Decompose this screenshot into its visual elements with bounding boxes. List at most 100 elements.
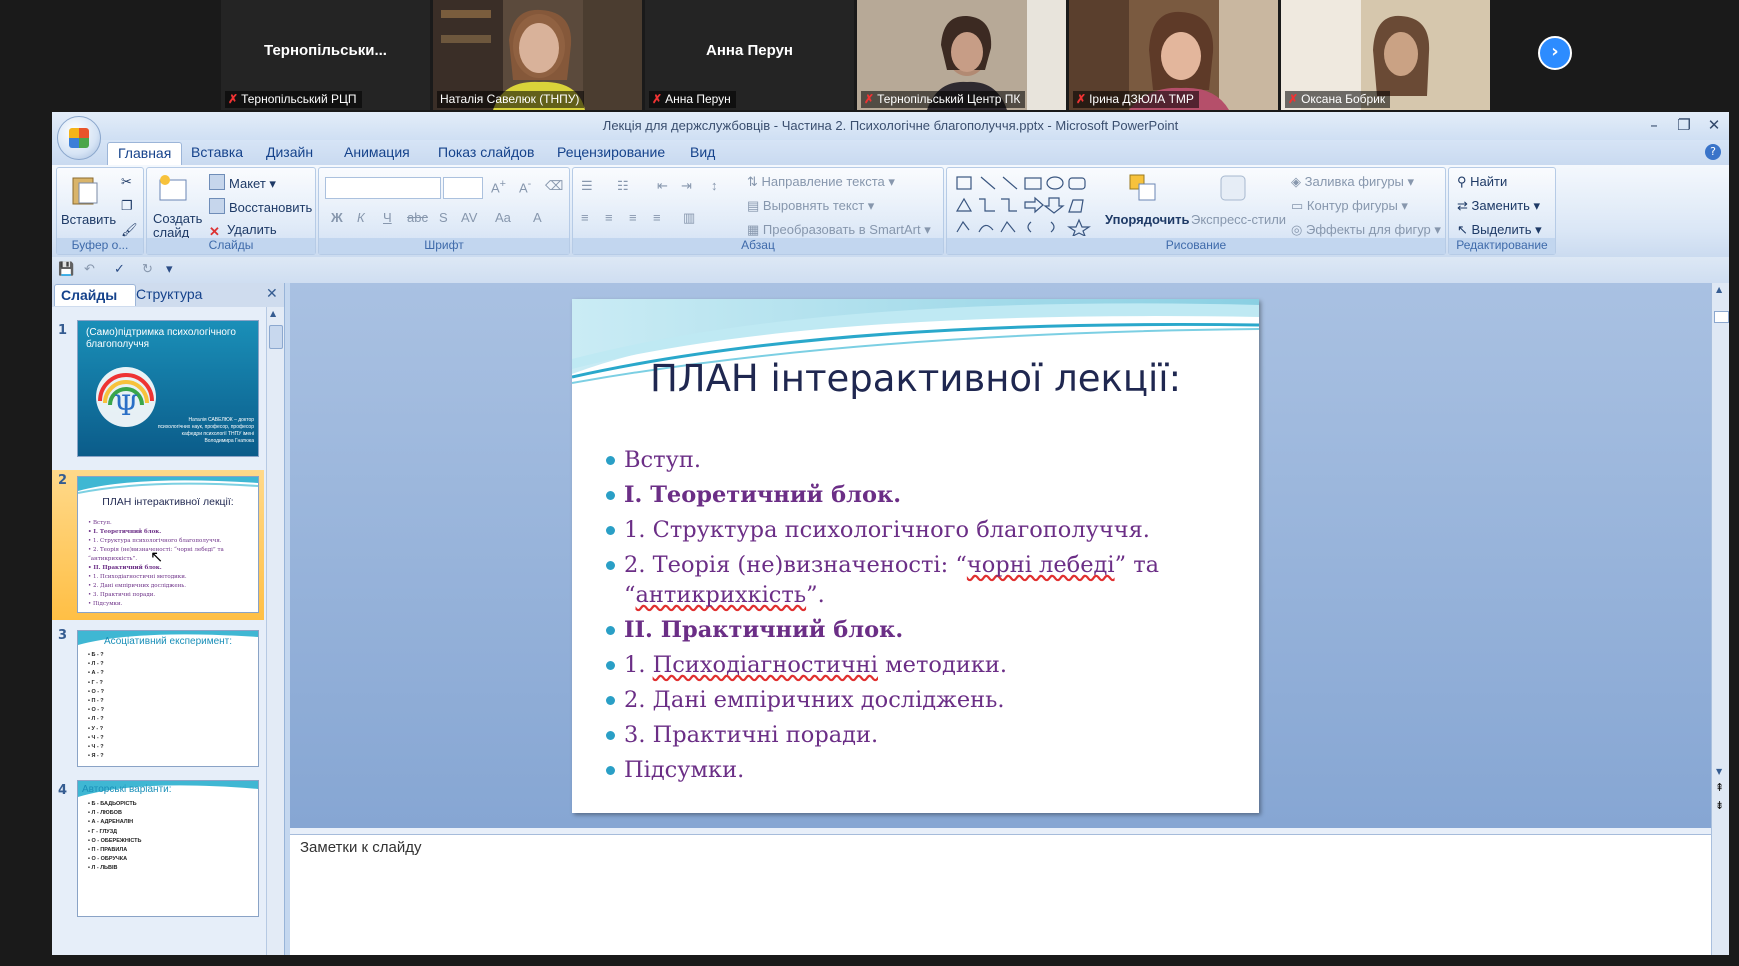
align-center-icon[interactable]: ≡ (605, 210, 613, 225)
clear-format-icon[interactable]: ⌫ (545, 178, 563, 194)
layout-icon (209, 174, 225, 190)
mouse-cursor-icon: ↖ (150, 547, 164, 566)
tab-insert[interactable]: Вставка (191, 144, 243, 160)
thumb-bullet: • 2. Дані емпіричних досліджень. (88, 583, 187, 589)
participant-tile[interactable]: Анна Перун ✗ Анна Перун (645, 0, 854, 110)
slide-thumbnail[interactable]: (Само)підтримка психологічного благополу… (77, 320, 259, 457)
align-text-button[interactable]: ▤ Выровнять текст ▾ (747, 198, 874, 214)
current-slide[interactable]: ПЛАН інтерактивної лекції: Вступ. I. Теор… (572, 299, 1259, 813)
shadow-icon[interactable]: S (439, 210, 448, 225)
participant-tile[interactable]: Тернопільськи... ✗ Тернопільський РЦП (221, 0, 430, 110)
undo-icon[interactable]: ↶ (84, 261, 95, 277)
change-case-icon[interactable]: Aa (495, 210, 511, 225)
scroll-thumb[interactable] (1714, 311, 1729, 323)
tab-view[interactable]: Вид (690, 144, 715, 160)
increase-indent-icon[interactable]: ⇥ (681, 178, 692, 194)
copy-icon[interactable]: ❐ (121, 198, 133, 214)
participant-tile-active[interactable]: Наталія Савелюк (ТНПУ) (433, 0, 642, 110)
replace-button[interactable]: ⇄ Заменить ▾ (1457, 198, 1540, 214)
prev-slide-icon[interactable]: ⇞ (1715, 782, 1724, 793)
underline-icon[interactable]: Ч (383, 210, 392, 225)
numbering-icon[interactable]: ☷ (617, 178, 629, 194)
powerpoint-window: Лекція для держслужбовців - Частина 2. П… (52, 112, 1729, 955)
shape-outline-button[interactable]: ▭ Контур фигуры ▾ (1291, 198, 1408, 214)
new-slide-button[interactable]: Создать слайд (153, 212, 209, 240)
close-pane-icon[interactable]: ✕ (266, 286, 278, 302)
bullets-icon[interactable]: ☰ (581, 178, 593, 194)
next-slide-icon[interactable]: ⇟ (1715, 800, 1724, 811)
tab-outline[interactable]: Структура (136, 286, 202, 302)
slide-thumbnail[interactable]: Асоціативний експеримент: • Б - ? • Л - ?… (77, 630, 259, 767)
redo-icon[interactable]: ↻ (142, 261, 153, 277)
decrease-indent-icon[interactable]: ⇤ (657, 178, 668, 194)
restore-button[interactable]: ❐ (1669, 116, 1699, 134)
scroll-thumb[interactable] (269, 325, 283, 349)
pane-scrollbar[interactable]: ▲ (266, 307, 284, 955)
tab-review[interactable]: Рецензирование (557, 144, 665, 160)
arrange-button[interactable]: Упорядочить (1105, 212, 1190, 227)
italic-icon[interactable]: К (357, 210, 365, 225)
customize-qat-icon[interactable]: ▾ (166, 261, 173, 277)
help-icon[interactable]: ? (1705, 144, 1721, 160)
format-painter-icon[interactable]: 🖌 (121, 222, 138, 238)
title-bar: Лекція для держслужбовців - Частина 2. П… (52, 112, 1729, 140)
main-scrollbar[interactable]: ▲ ▼ ⇞ ⇟ (1711, 283, 1729, 955)
select-button[interactable]: ↖ Выделить ▾ (1457, 222, 1542, 238)
font-color-icon[interactable]: A (533, 210, 542, 225)
tab-design[interactable]: Дизайн (266, 144, 313, 160)
paste-button[interactable]: Вставить (61, 212, 116, 227)
new-slide-icon (159, 175, 187, 201)
scroll-down-icon[interactable]: ▼ (1716, 767, 1722, 776)
office-button[interactable] (57, 116, 101, 160)
thumb-bullet: • У - ? (88, 725, 104, 732)
cut-icon[interactable]: ✂ (121, 174, 132, 190)
shape-effects-button[interactable]: ◎ Эффекты для фигур ▾ (1291, 222, 1441, 238)
font-name-combo[interactable] (325, 177, 441, 199)
chevron-right-icon: › (1551, 41, 1559, 62)
font-size-combo[interactable] (443, 177, 483, 199)
align-right-icon[interactable]: ≡ (629, 210, 637, 225)
tab-home[interactable]: Главная (107, 142, 183, 165)
window-title: Лекція для держслужбовців - Частина 2. П… (602, 118, 1179, 133)
tab-slides[interactable]: Слайды (54, 284, 137, 306)
participant-tile[interactable]: ✗ Тернопільський Центр ПК (857, 0, 1066, 110)
slide-thumbnail[interactable]: Авторські варіанти: • Б - БАДЬОРІСТЬ • Л … (77, 780, 259, 917)
tab-animation[interactable]: Анимация (344, 144, 410, 160)
next-page-button[interactable]: › (1538, 36, 1572, 70)
participant-tile[interactable]: ✗ Ірина ДЗЮЛА ТМР (1069, 0, 1278, 110)
shapes-gallery-icon[interactable] (955, 174, 1099, 236)
reset-button[interactable]: Восстановить (209, 198, 312, 215)
delete-button[interactable]: ✕ Удалить (209, 222, 277, 239)
notes-input[interactable]: Заметки к слайду (290, 834, 1711, 955)
char-spacing-icon[interactable]: AV (461, 210, 477, 225)
shape-fill-button[interactable]: ◈ Заливка фигуры ▾ (1291, 174, 1414, 190)
strikethrough-icon[interactable]: abc (407, 210, 428, 225)
thumb-bullets: • Б - БАДЬОРІСТЬ • Л - ЛЮБОВ • А - АДРЕНАЛ… (88, 800, 141, 874)
align-left-icon[interactable]: ≡ (581, 210, 589, 225)
justify-icon[interactable]: ≡ (653, 210, 661, 225)
thumb-bullet: • О - ОБЕРЕЖНІСТЬ (88, 837, 142, 844)
slide-thumbnail-selected[interactable]: ПЛАН інтерактивної лекції: • Вступ. • I. … (77, 476, 259, 613)
reset-icon (209, 198, 225, 214)
participant-tile[interactable]: ✗ Оксана Бобрик (1281, 0, 1490, 110)
close-button[interactable]: ✕ (1699, 116, 1729, 134)
minimize-button[interactable]: – (1639, 116, 1669, 134)
smartart-icon: ▦ (747, 222, 763, 237)
group-title: Редактирование (1449, 238, 1555, 254)
grow-font-icon[interactable]: A+ (491, 178, 506, 195)
scroll-up-icon[interactable]: ▲ (1716, 285, 1722, 294)
smartart-button[interactable]: ▦ Преобразовать в SmartArt ▾ (747, 222, 931, 238)
columns-icon[interactable]: ▥ (683, 210, 695, 226)
save-icon[interactable]: 💾 (58, 261, 74, 277)
thumb-bullet: • II. Практичний блок. (88, 565, 162, 571)
text-direction-button[interactable]: ⇅ Направление текста ▾ (747, 174, 895, 190)
layout-button[interactable]: Макет ▾ (209, 174, 276, 192)
shrink-font-icon[interactable]: A- (519, 178, 531, 195)
spellcheck-icon[interactable]: ✓ (114, 261, 125, 277)
tab-slideshow[interactable]: Показ слайдов (438, 144, 534, 160)
bold-icon[interactable]: Ж (331, 210, 343, 225)
quick-styles-button[interactable]: Экспресс-стили (1191, 212, 1286, 227)
find-button[interactable]: ⚲ Найти (1457, 174, 1507, 190)
line-spacing-icon[interactable]: ↕ (711, 178, 718, 193)
scroll-up-icon[interactable]: ▲ (270, 309, 276, 318)
